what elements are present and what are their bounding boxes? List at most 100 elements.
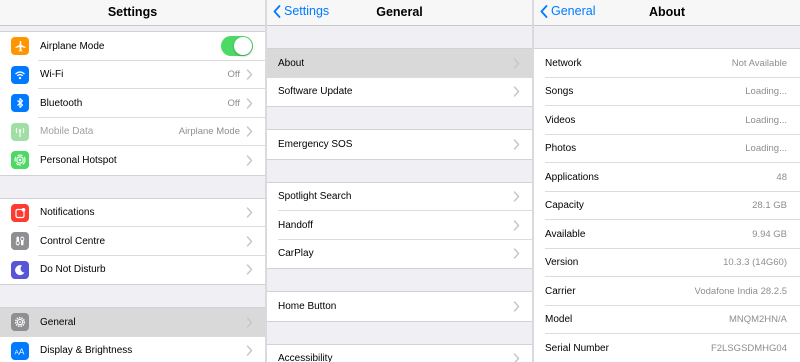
about-row-capacity: Capacity 28.1 GB xyxy=(534,191,800,220)
general-row-about[interactable]: About xyxy=(267,49,532,78)
chevron-right-icon xyxy=(246,207,253,218)
settings-row-do-not-disturb[interactable]: Do Not Disturb xyxy=(0,255,265,284)
row-value: Vodafone India 28.2.5 xyxy=(694,285,787,297)
row-value: 10.3.3 (14G60) xyxy=(723,257,787,269)
settings-group: Airplane Mode Wi-Fi Off Bluetooth Off Mobile … xyxy=(0,31,265,176)
general-list: About Software Update Emergency SOS Spotlig… xyxy=(267,26,532,362)
row-value: 28.1 GB xyxy=(752,200,787,212)
about-row-serial-number: Serial Number F2LSGSDMHG04 xyxy=(534,334,800,362)
aa-icon-tile: AA xyxy=(11,341,29,360)
general-row-accessibility[interactable]: Accessibility xyxy=(267,344,532,362)
general-row-software-update[interactable]: Software Update xyxy=(267,77,532,106)
svg-text:A: A xyxy=(19,346,25,356)
settings-row-bluetooth[interactable]: Bluetooth Off xyxy=(0,89,265,118)
row-label: Version xyxy=(545,257,579,269)
row-label: Network xyxy=(545,57,582,69)
settings-row-display-brightness[interactable]: A A Display & Brightness xyxy=(0,336,265,362)
bluetooth-icon-tile xyxy=(11,94,29,113)
about-row-photos: Photos Loading... xyxy=(534,134,800,163)
row-label: About xyxy=(278,57,305,69)
settings-row-general[interactable]: General xyxy=(0,308,265,337)
chevron-right-icon xyxy=(246,345,253,356)
section-gap xyxy=(534,26,800,48)
wifi-icon xyxy=(15,71,25,79)
gear-icon xyxy=(14,317,26,328)
chevron-right-icon xyxy=(513,220,520,231)
row-label: Videos xyxy=(545,114,576,126)
airplane-icon xyxy=(15,41,26,52)
general-row-handoff[interactable]: Handoff xyxy=(267,211,532,240)
row-label: Spotlight Search xyxy=(278,191,352,203)
wifi-icon-tile xyxy=(11,65,29,84)
airplane-mode-toggle[interactable] xyxy=(221,36,253,57)
row-value: 9.94 GB xyxy=(752,228,787,240)
row-label: Applications xyxy=(545,171,599,183)
about-row-network: Network Not Available xyxy=(534,49,800,78)
settings-group: Notifications Control Centre Do Not Distur… xyxy=(0,197,265,285)
section-gap xyxy=(267,159,532,182)
chevron-right-icon xyxy=(246,155,253,166)
row-value: Off xyxy=(227,97,241,109)
row-label: Photos xyxy=(545,143,577,155)
row-label: Serial Number xyxy=(545,342,609,354)
chevron-right-icon xyxy=(513,86,520,97)
row-label: Personal Hotspot xyxy=(40,154,117,166)
row-value: Loading... xyxy=(745,114,787,126)
section-gap xyxy=(0,285,265,307)
row-label: Songs xyxy=(545,86,574,98)
settings-list: Airplane Mode Wi-Fi Off Bluetooth Off Mobile … xyxy=(0,26,265,362)
row-label: Mobile Data xyxy=(40,126,94,138)
bluetooth-icon xyxy=(17,98,24,109)
settings-pane: Settings Airplane Mode Wi-Fi Off Bluetooth O… xyxy=(0,0,265,362)
row-label: Wi-Fi xyxy=(40,69,64,81)
about-row-videos: Videos Loading... xyxy=(534,106,800,135)
about-row-songs: Songs Loading... xyxy=(534,77,800,106)
about-title: About xyxy=(648,5,686,19)
chevron-right-icon xyxy=(246,236,253,247)
toggle-knob xyxy=(234,37,252,56)
general-row-home-button[interactable]: Home Button xyxy=(267,292,532,321)
settings-row-wi-fi[interactable]: Wi-Fi Off xyxy=(0,60,265,89)
aa-icon: AA xyxy=(15,346,25,356)
chevron-right-icon xyxy=(246,264,253,275)
row-label: Software Update xyxy=(278,86,353,98)
hotspot-icon-tile xyxy=(11,151,29,170)
general-group: Spotlight Search Handoff CarPlay xyxy=(267,181,532,269)
settings-row-notifications[interactable]: Notifications xyxy=(0,198,265,227)
settings-navbar: Settings xyxy=(0,0,265,26)
general-navbar: Settings General xyxy=(267,0,532,26)
settings-row-mobile-data[interactable]: Mobile Data Airplane Mode xyxy=(0,117,265,146)
row-value: MNQM2HN/A xyxy=(728,314,787,326)
general-row-carplay[interactable]: CarPlay xyxy=(267,239,532,268)
row-label: Capacity xyxy=(545,200,584,212)
row-label: Emergency SOS xyxy=(278,138,353,150)
general-group: Emergency SOS xyxy=(267,129,532,160)
row-value: Off xyxy=(227,69,241,81)
notifications-icon xyxy=(15,207,26,218)
general-row-emergency-sos[interactable]: Emergency SOS xyxy=(267,130,532,159)
row-label: Available xyxy=(545,228,586,240)
row-value: Loading... xyxy=(745,143,787,155)
chevron-right-icon xyxy=(513,353,520,362)
row-label: Accessibility xyxy=(278,353,333,362)
about-list: Network Not Available Songs Loading... Video… xyxy=(534,26,800,362)
row-value: Not Available xyxy=(731,57,787,69)
row-label: General xyxy=(40,316,76,328)
general-row-spotlight-search[interactable]: Spotlight Search xyxy=(267,182,532,211)
section-gap xyxy=(267,26,532,48)
row-label: CarPlay xyxy=(278,248,314,260)
split-view: Settings Airplane Mode Wi-Fi Off Bluetooth O… xyxy=(0,0,800,362)
section-gap xyxy=(267,107,532,129)
moon-icon-tile xyxy=(11,260,29,279)
row-label: Notifications xyxy=(40,207,95,219)
row-label: Carrier xyxy=(545,285,576,297)
chevron-right-icon xyxy=(513,139,520,150)
airplane-icon-tile xyxy=(11,37,29,56)
notifications-icon-tile xyxy=(11,203,29,222)
settings-row-control-centre[interactable]: Control Centre xyxy=(0,227,265,256)
chevron-right-icon xyxy=(513,301,520,312)
settings-row-personal-hotspot[interactable]: Personal Hotspot xyxy=(0,146,265,175)
row-label: Do Not Disturb xyxy=(40,264,106,276)
about-row-carrier: Carrier Vodafone India 28.2.5 xyxy=(534,277,800,306)
row-value: Airplane Mode xyxy=(178,126,240,138)
